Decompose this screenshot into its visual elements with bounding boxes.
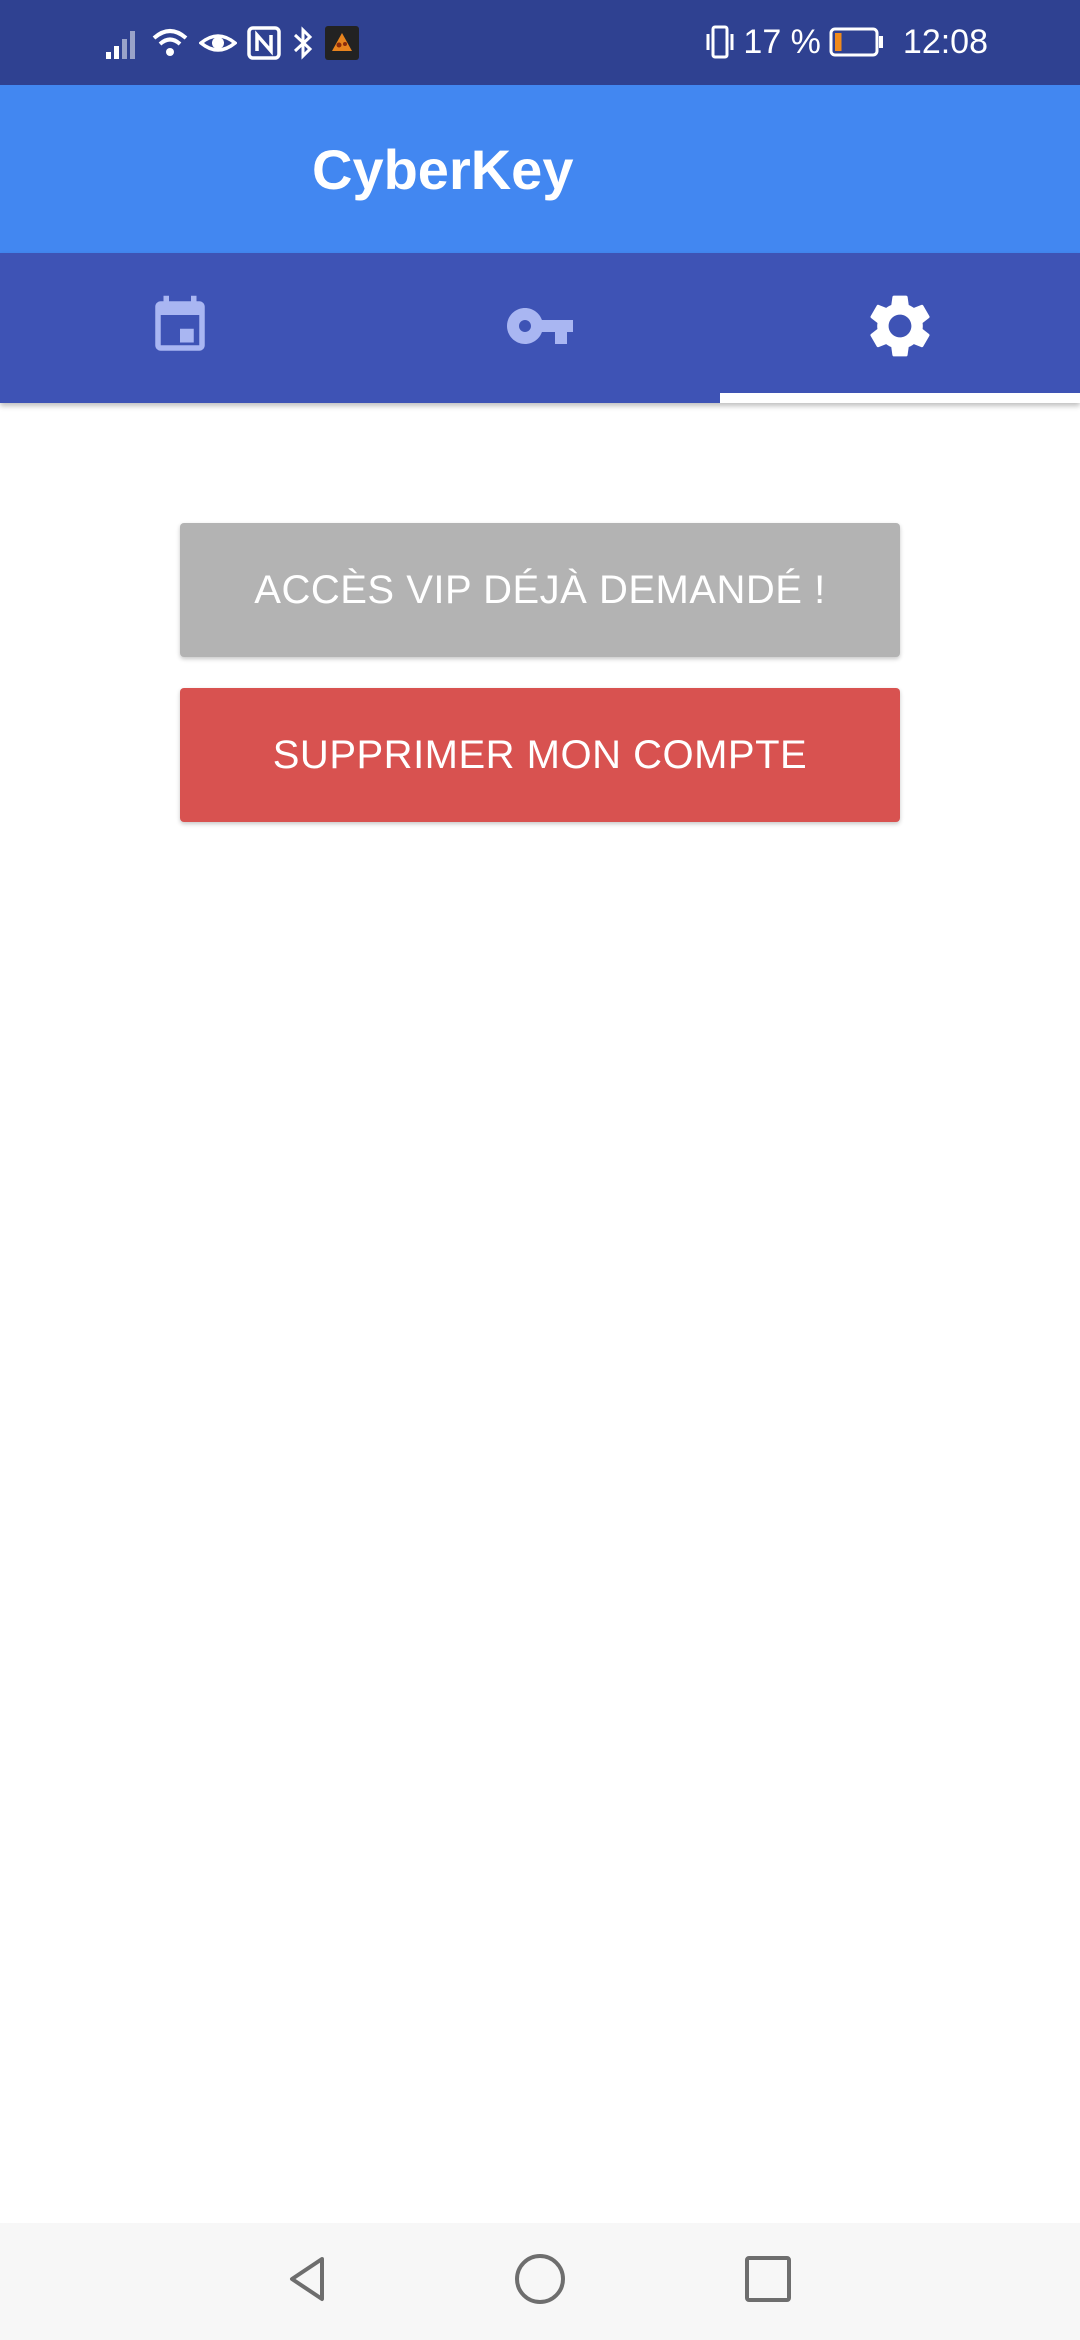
tab-key[interactable] — [360, 253, 720, 403]
calendar-icon — [147, 293, 213, 364]
tab-settings[interactable] — [720, 253, 1080, 403]
bluetooth-icon — [291, 26, 315, 60]
clock: 12:08 — [902, 22, 988, 61]
home-icon — [512, 2251, 568, 2312]
status-bar: 17 % 12:08 — [0, 0, 1080, 85]
app-notification-icon — [325, 26, 359, 60]
vibrate-icon — [705, 24, 735, 60]
recents-icon — [740, 2251, 796, 2312]
status-icons-right: 17 % 12:08 — [705, 18, 988, 66]
back-button[interactable] — [248, 2223, 368, 2340]
status-icons-left — [105, 22, 359, 64]
back-icon — [280, 2251, 336, 2312]
battery-percent: 17 % — [743, 22, 821, 61]
recents-button[interactable] — [708, 2223, 828, 2340]
app-bar: CyberKey — [0, 85, 1080, 253]
eye-icon — [199, 26, 237, 60]
tab-calendar[interactable] — [0, 253, 360, 403]
system-nav-bar — [0, 2223, 1080, 2340]
app-title: CyberKey — [312, 137, 574, 201]
settings-content: ACCÈS VIP DÉJÀ DEMANDÉ ! SUPPRIMER MON C… — [0, 403, 1080, 2223]
delete-account-button[interactable]: SUPPRIMER MON COMPTE — [180, 688, 900, 822]
settings-icon — [862, 288, 938, 369]
signal-icon — [105, 26, 141, 60]
vip-access-button[interactable]: ACCÈS VIP DÉJÀ DEMANDÉ ! — [180, 523, 900, 657]
key-icon — [504, 290, 576, 367]
tab-bar — [0, 253, 1080, 403]
battery-icon — [829, 27, 885, 57]
wifi-icon — [151, 26, 189, 60]
nfc-icon — [247, 26, 281, 60]
home-button[interactable] — [480, 2223, 600, 2340]
tab-selected-indicator — [720, 393, 1080, 403]
